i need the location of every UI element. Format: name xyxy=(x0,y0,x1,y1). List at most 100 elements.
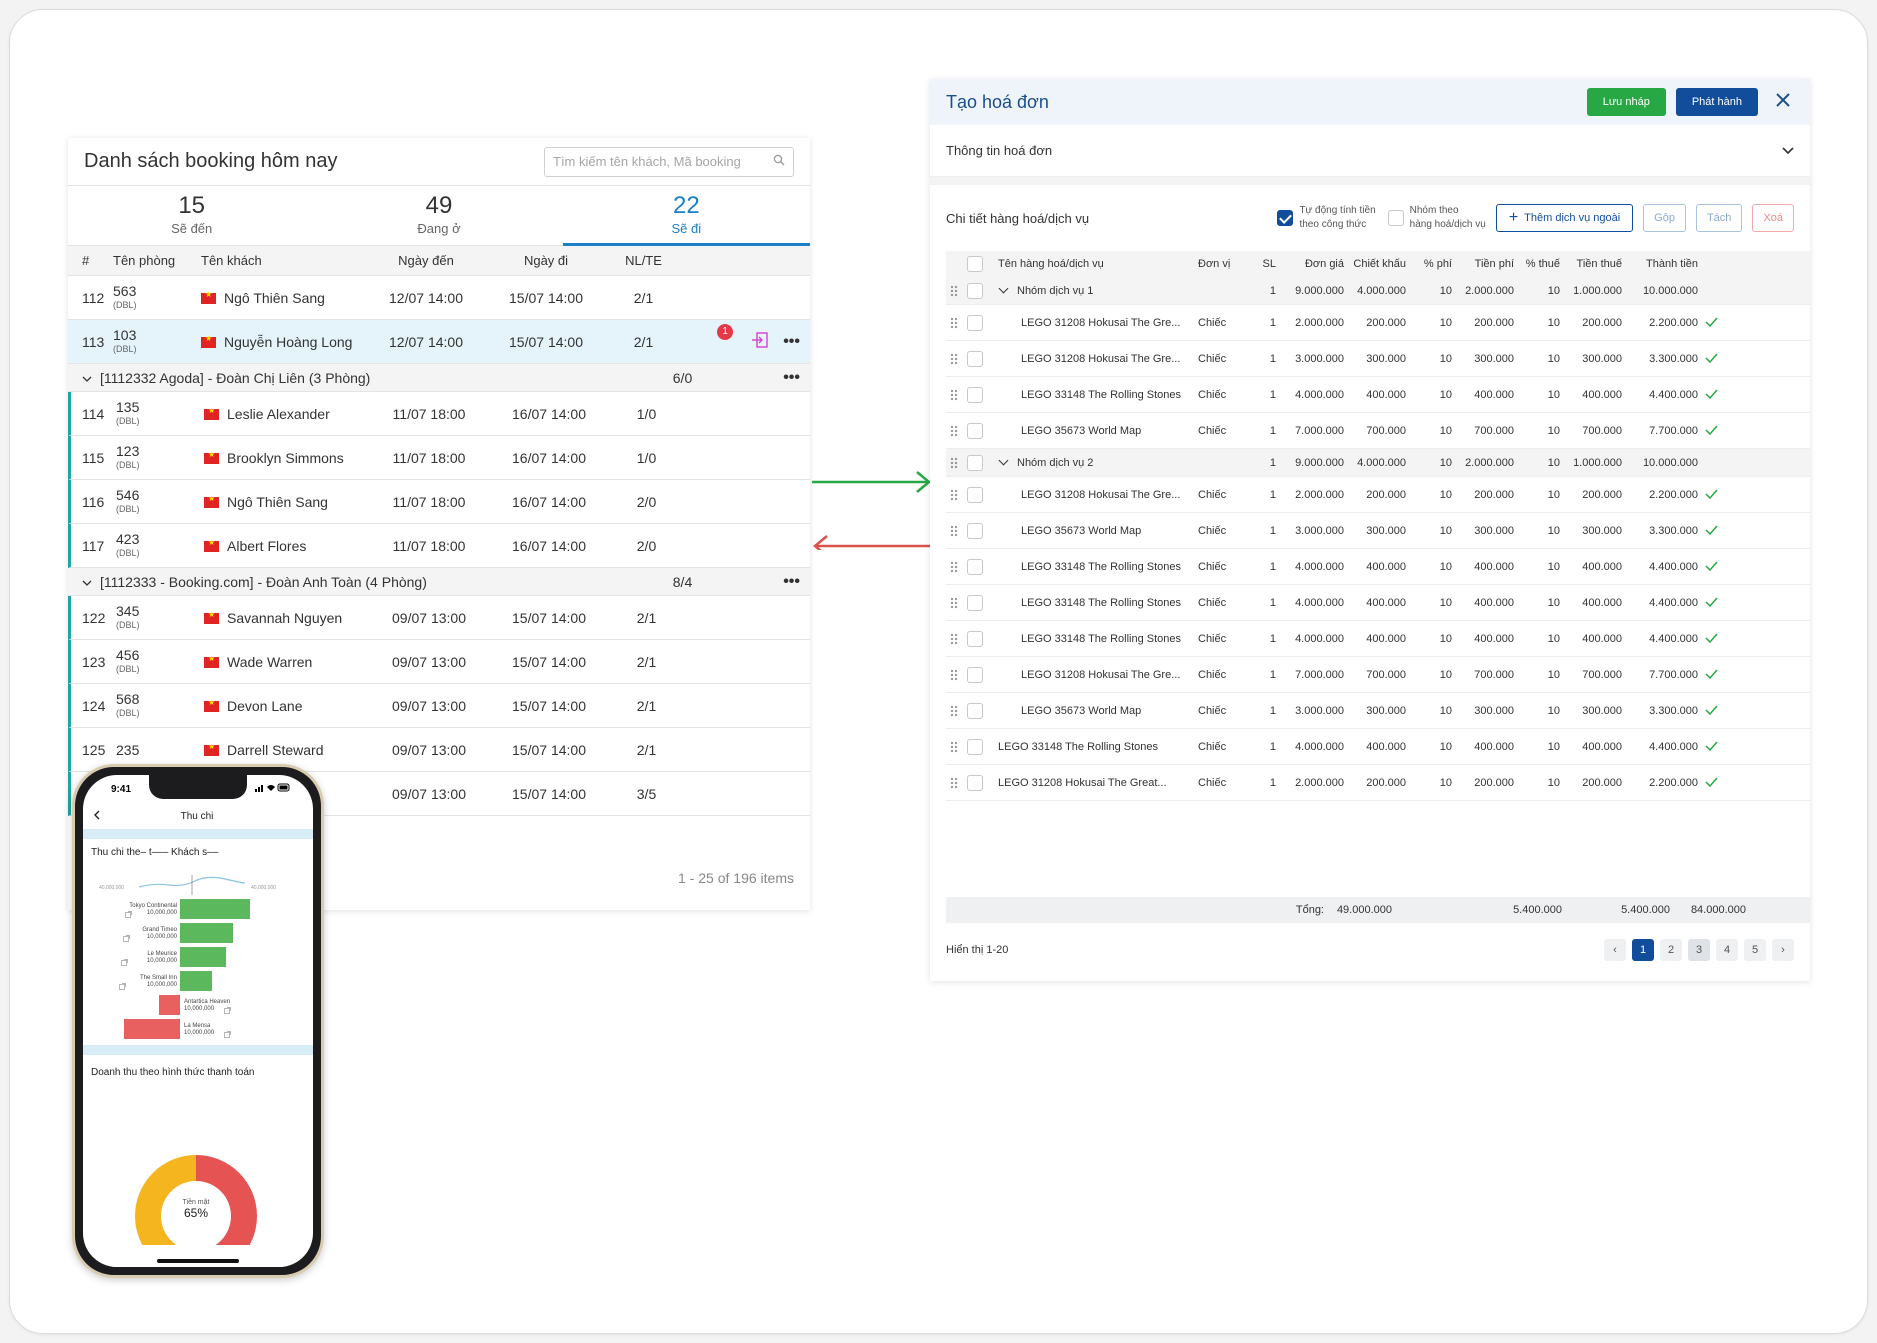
bar-expense[interactable] xyxy=(159,995,180,1015)
booking-row[interactable]: 122 345(DBL) Savannah Nguyen 09/07 13:00… xyxy=(68,596,810,640)
item-row[interactable]: LEGO 33148 The Rolling Stones Chiếc 1 4.000… xyxy=(946,585,1810,621)
prev-page-icon[interactable]: ‹ xyxy=(1604,939,1626,961)
bar-income[interactable] xyxy=(180,899,250,919)
checkin-icon[interactable] xyxy=(751,331,769,352)
item-row[interactable]: LEGO 33148 The Rolling Stones Chiếc 1 4.000… xyxy=(946,377,1810,413)
booking-row[interactable]: 114 135(DBL) Leslie Alexander 11/07 18:0… xyxy=(68,392,810,436)
drag-handle-icon[interactable] xyxy=(950,456,958,469)
item-row[interactable]: LEGO 35673 World Map Chiếc 1 3.000.000 300.0… xyxy=(946,693,1810,729)
group-by-checkbox[interactable] xyxy=(1387,210,1404,226)
close-icon[interactable] xyxy=(1772,91,1794,113)
row-checkbox[interactable] xyxy=(967,630,983,647)
auto-calc-option[interactable]: Tự động tính tiền theo công thức xyxy=(1277,204,1376,232)
row-checkbox[interactable] xyxy=(967,314,983,331)
more-options-icon[interactable]: ••• xyxy=(783,369,800,387)
drag-handle-icon[interactable] xyxy=(950,388,958,401)
item-row[interactable]: LEGO 35673 World Map Chiếc 1 3.000.000 300.0… xyxy=(946,513,1810,549)
item-group-row[interactable]: Nhóm dịch vụ 1 1 9.000.000 4.000.000 10 2.000… xyxy=(946,277,1810,305)
tab-departing[interactable]: 22 Sẽ đi xyxy=(562,186,810,246)
tab-staying[interactable]: 49 Đang ở xyxy=(315,186,562,245)
add-service-button[interactable]: + Thêm dịch vụ ngoài xyxy=(1495,204,1634,232)
item-row[interactable]: LEGO 31208 Hokusai The Great... Chiếc 1 2.0… xyxy=(946,765,1810,801)
page-button[interactable]: 2 xyxy=(1660,939,1682,961)
drag-handle-icon[interactable] xyxy=(950,316,958,329)
more-options-icon[interactable]: ••• xyxy=(783,573,800,591)
external-link-icon[interactable] xyxy=(123,929,130,947)
booking-group-row[interactable]: [1112333 - Booking.com] - Đoàn Anh Toàn … xyxy=(68,568,810,596)
drag-handle-icon[interactable] xyxy=(950,632,958,645)
row-checkbox[interactable] xyxy=(967,558,983,575)
publish-button[interactable]: Phát hành xyxy=(1675,88,1758,116)
bar-expense[interactable] xyxy=(124,1019,180,1039)
page-button[interactable]: 1 xyxy=(1632,939,1654,961)
external-link-icon[interactable] xyxy=(224,1001,231,1019)
invoice-info-section[interactable]: Thông tin hoá đơn xyxy=(930,125,1810,177)
item-group-row[interactable]: Nhóm dịch vụ 2 1 9.000.000 4.000.000 10 2.000… xyxy=(946,449,1810,477)
item-row[interactable]: LEGO 33148 The Rolling Stones Chiếc 1 4.000… xyxy=(946,621,1810,657)
save-draft-button[interactable]: Lưu nháp xyxy=(1586,88,1666,116)
drag-handle-icon[interactable] xyxy=(950,284,958,297)
drag-handle-icon[interactable] xyxy=(950,668,958,681)
row-checkbox[interactable] xyxy=(967,738,983,755)
drag-handle-icon[interactable] xyxy=(950,596,958,609)
item-row[interactable]: LEGO 33148 The Rolling Stones Chiếc 1 4.000… xyxy=(946,729,1810,765)
booking-row[interactable]: 116 546(DBL) Ngô Thiên Sang 11/07 18:00 … xyxy=(68,480,810,524)
page-button[interactable]: 5 xyxy=(1744,939,1766,961)
delete-button[interactable]: Xoá xyxy=(1752,204,1794,232)
chevron-down-icon[interactable] xyxy=(82,574,92,590)
drag-handle-icon[interactable] xyxy=(950,776,958,789)
booking-row[interactable]: 115 123(DBL) Brooklyn Simmons 11/07 18:0… xyxy=(68,436,810,480)
drag-handle-icon[interactable] xyxy=(950,740,958,753)
external-link-icon[interactable] xyxy=(119,977,126,995)
booking-row[interactable]: 113 103(DBL) Nguyễn Hoàng Long 12/07 14:… xyxy=(68,320,810,364)
next-page-icon[interactable]: › xyxy=(1772,939,1794,961)
row-checkbox[interactable] xyxy=(967,702,983,719)
external-link-icon[interactable] xyxy=(224,1025,231,1043)
bar-income[interactable] xyxy=(180,923,233,943)
drag-handle-icon[interactable] xyxy=(950,704,958,717)
row-checkbox[interactable] xyxy=(967,666,983,683)
row-checkbox[interactable] xyxy=(967,282,983,299)
booking-search-input[interactable]: Tìm kiếm tên khách, Mã booking xyxy=(544,146,794,177)
row-checkbox[interactable] xyxy=(967,386,983,403)
booking-row[interactable]: 112 563(DBL) Ngô Thiên Sang 12/07 14:00 … xyxy=(68,276,810,320)
external-link-icon[interactable] xyxy=(121,953,128,971)
drag-handle-icon[interactable] xyxy=(950,524,958,537)
item-row[interactable]: LEGO 31208 Hokusai The Gre... Chiếc 1 2.000… xyxy=(946,305,1810,341)
more-options-icon[interactable]: ••• xyxy=(783,333,800,351)
booking-group-row[interactable]: [1112332 Agoda] - Đoàn Chị Liên (3 Phòng… xyxy=(68,364,810,392)
item-row[interactable]: LEGO 31208 Hokusai The Gre... Chiếc 1 3.000… xyxy=(946,341,1810,377)
external-link-icon[interactable] xyxy=(125,905,132,923)
booking-row[interactable]: 123 456(DBL) Wade Warren 09/07 13:00 15/… xyxy=(68,640,810,684)
bar-income[interactable] xyxy=(180,947,226,967)
drag-handle-icon[interactable] xyxy=(950,560,958,573)
row-checkbox[interactable] xyxy=(967,454,983,471)
row-checkbox[interactable] xyxy=(967,522,983,539)
back-icon[interactable] xyxy=(93,810,101,823)
merge-button[interactable]: Gộp xyxy=(1643,204,1686,232)
row-checkbox[interactable] xyxy=(967,774,983,791)
chevron-down-icon[interactable] xyxy=(998,456,1009,465)
notification-badge[interactable]: 1 xyxy=(717,323,737,351)
chevron-down-icon[interactable] xyxy=(998,284,1009,293)
bar-income[interactable] xyxy=(180,971,212,991)
row-checkbox[interactable] xyxy=(967,594,983,611)
booking-row[interactable]: 124 568(DBL) Devon Lane 09/07 13:00 15/0… xyxy=(68,684,810,728)
auto-calc-checkbox[interactable] xyxy=(1277,210,1294,226)
row-checkbox[interactable] xyxy=(967,486,983,503)
item-row[interactable]: LEGO 33148 The Rolling Stones Chiếc 1 4.000… xyxy=(946,549,1810,585)
row-checkbox[interactable] xyxy=(967,350,983,367)
drag-handle-icon[interactable] xyxy=(950,352,958,365)
page-button[interactable]: 3 xyxy=(1688,939,1710,961)
split-button[interactable]: Tách xyxy=(1695,204,1743,232)
row-checkbox[interactable] xyxy=(967,422,983,439)
chevron-down-icon[interactable] xyxy=(82,370,92,386)
tab-arriving[interactable]: 15 Sẽ đến xyxy=(68,186,315,245)
select-all-checkbox[interactable] xyxy=(967,256,983,272)
drag-handle-icon[interactable] xyxy=(950,488,958,501)
page-button[interactable]: 4 xyxy=(1716,939,1738,961)
group-by-option[interactable]: Nhóm theo hàng hoá/dịch vụ xyxy=(1387,204,1486,232)
booking-row[interactable]: 117 423(DBL) Albert Flores 11/07 18:00 1… xyxy=(68,524,810,568)
drag-handle-icon[interactable] xyxy=(950,424,958,437)
item-row[interactable]: LEGO 31208 Hokusai The Gre... Chiếc 1 7.000… xyxy=(946,657,1810,693)
